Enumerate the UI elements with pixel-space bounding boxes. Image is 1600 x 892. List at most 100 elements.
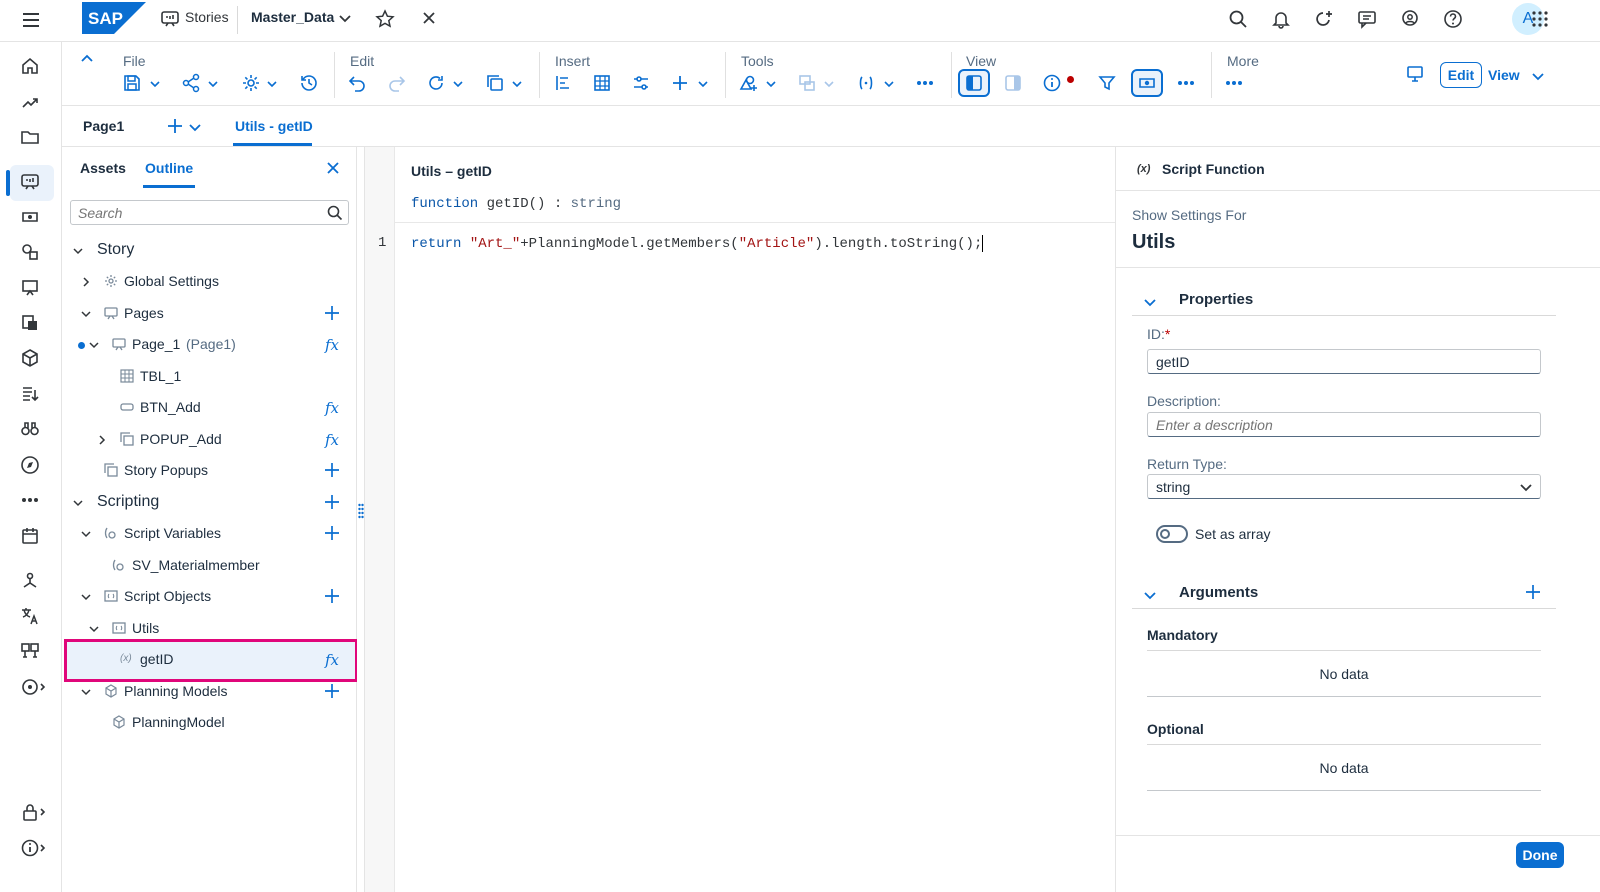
chevron-down-icon[interactable] — [512, 79, 522, 89]
file-name[interactable]: Master_Data — [251, 9, 334, 25]
edit-mode-button[interactable]: Edit — [1440, 62, 1482, 88]
insert-table-icon[interactable] — [592, 73, 614, 95]
script-variable-icon[interactable] — [856, 73, 878, 95]
comments-icon[interactable] — [1357, 9, 1379, 31]
add-plus-icon[interactable] — [324, 683, 342, 701]
compass-icon[interactable] — [20, 455, 42, 477]
add-plus-icon[interactable] — [324, 525, 342, 543]
chevron-right-icon[interactable] — [97, 435, 107, 445]
joule-assistant-icon[interactable] — [1314, 9, 1336, 31]
tree-item-getid[interactable]: (x) getID fx — [62, 644, 357, 675]
add-plus-icon[interactable] — [324, 588, 342, 606]
collapse-toolbar-chevron-up-icon[interactable] — [80, 52, 94, 66]
chevron-down-icon[interactable] — [766, 79, 776, 89]
menu-icon[interactable] — [20, 9, 42, 31]
script-editor-icon[interactable] — [1137, 73, 1159, 95]
fx-script-icon[interactable]: fx — [325, 399, 339, 417]
chevron-down-icon[interactable] — [208, 79, 218, 89]
chevron-down-icon[interactable] — [73, 246, 83, 256]
chevron-down-icon[interactable] — [1144, 589, 1156, 601]
fx-script-icon[interactable]: fx — [325, 431, 339, 449]
help-icon[interactable] — [1443, 9, 1465, 31]
left-panel-icon[interactable] — [964, 73, 986, 95]
tree-item-global-settings[interactable]: Global Settings — [62, 266, 357, 297]
explorer-binoculars-icon[interactable] — [20, 419, 42, 441]
fx-script-icon[interactable]: fx — [325, 651, 339, 669]
search-icon[interactable] — [327, 205, 343, 221]
chevron-down-icon[interactable] — [1532, 70, 1544, 82]
deployment-icon[interactable] — [20, 641, 42, 663]
trend-icon[interactable] — [20, 92, 42, 114]
add-page-plus-icon[interactable] — [166, 117, 184, 135]
security-lock-icon[interactable] — [20, 802, 50, 824]
chevron-down-icon[interactable] — [1520, 481, 1532, 493]
chevron-down-icon[interactable] — [453, 79, 463, 89]
outline-search[interactable] — [70, 200, 349, 225]
stories-nav-icon[interactable] — [20, 172, 42, 194]
more-dots-icon[interactable] — [1224, 73, 1246, 95]
history-icon[interactable] — [299, 73, 321, 95]
redo-icon[interactable] — [387, 73, 409, 95]
translation-icon[interactable] — [20, 606, 42, 628]
search-input[interactable] — [78, 205, 318, 221]
description-input[interactable] — [1156, 417, 1516, 433]
filter-icon[interactable] — [1097, 73, 1119, 95]
tree-item-story[interactable]: Story — [62, 235, 357, 266]
chevron-down-icon[interactable] — [150, 79, 160, 89]
sap-logo[interactable]: SAP — [82, 2, 146, 34]
chevron-down-icon[interactable] — [267, 79, 277, 89]
more-dots-icon[interactable] — [20, 490, 42, 512]
search-icon[interactable] — [1228, 9, 1250, 31]
code-line[interactable]: return "Art_"+PlanningModel.getMembers("… — [411, 235, 984, 252]
refresh-icon[interactable] — [426, 73, 448, 95]
folder-icon[interactable] — [20, 127, 42, 149]
save-icon[interactable] — [122, 73, 144, 95]
chevron-down-icon[interactable] — [884, 79, 894, 89]
chevron-down-icon[interactable] — [81, 309, 91, 319]
tree-item-pages[interactable]: Pages — [62, 298, 357, 329]
calendar-icon[interactable] — [20, 526, 42, 548]
share-icon[interactable] — [181, 73, 203, 95]
model-cube-icon[interactable] — [20, 348, 42, 370]
view-mode-button[interactable]: View — [1484, 62, 1560, 88]
copy-icon[interactable] — [485, 73, 507, 95]
favorite-star-icon[interactable] — [375, 9, 397, 31]
device-preview-icon[interactable] — [1405, 64, 1425, 84]
chevron-down-icon[interactable] — [89, 624, 99, 634]
chevron-down-icon[interactable] — [189, 121, 201, 133]
add-plus-icon[interactable] — [324, 305, 342, 323]
digital-boardroom-icon[interactable] — [20, 242, 42, 264]
dataset-icon[interactable] — [20, 313, 42, 335]
add-plus-icon[interactable] — [324, 462, 342, 480]
tab-assets[interactable]: Assets — [80, 160, 126, 176]
chevron-down-icon[interactable] — [698, 79, 708, 89]
done-button[interactable]: Done — [1516, 842, 1564, 868]
tree-item-script-objects[interactable]: Script Objects — [62, 581, 357, 612]
tree-item-tbl-1[interactable]: TBL_1 — [62, 361, 357, 392]
info-icon[interactable] — [20, 838, 50, 860]
description-field[interactable] — [1147, 412, 1541, 437]
tree-item-script-variables[interactable]: Script Variables — [62, 518, 357, 549]
tree-item-planningmodel[interactable]: PlanningModel — [62, 707, 357, 738]
tab-utils-getid[interactable]: Utils - getID — [235, 118, 313, 134]
script-editor[interactable]: Utils – getID function getID() : string … — [395, 147, 1115, 892]
home-icon[interactable] — [20, 56, 42, 78]
tree-item-popup-add[interactable]: POPUP_Add fx — [62, 424, 357, 455]
tree-item-utils[interactable]: Utils — [62, 613, 357, 644]
section-properties[interactable]: Properties — [1132, 290, 1556, 316]
fx-script-icon[interactable]: fx — [325, 336, 339, 354]
section-arguments[interactable]: Arguments — [1132, 583, 1556, 609]
tree-item-page-1[interactable]: Page_1 (Page1) fx — [62, 329, 357, 360]
tree-item-btn-add[interactable]: BTN_Add fx — [62, 392, 357, 423]
tree-item-story-popups[interactable]: Story Popups — [62, 455, 357, 486]
format-painter-icon[interactable] — [797, 73, 819, 95]
close-panel-icon[interactable] — [326, 161, 340, 175]
panel-splitter[interactable] — [357, 147, 365, 892]
shapes-add-icon[interactable] — [738, 73, 760, 95]
settings-gear-icon[interactable] — [241, 73, 263, 95]
analytic-app-icon[interactable] — [20, 207, 42, 229]
overflow-dots-icon[interactable] — [915, 73, 937, 95]
insert-input-control-icon[interactable] — [631, 73, 653, 95]
chevron-down-icon[interactable] — [89, 340, 99, 350]
presentation-icon[interactable] — [20, 278, 42, 300]
